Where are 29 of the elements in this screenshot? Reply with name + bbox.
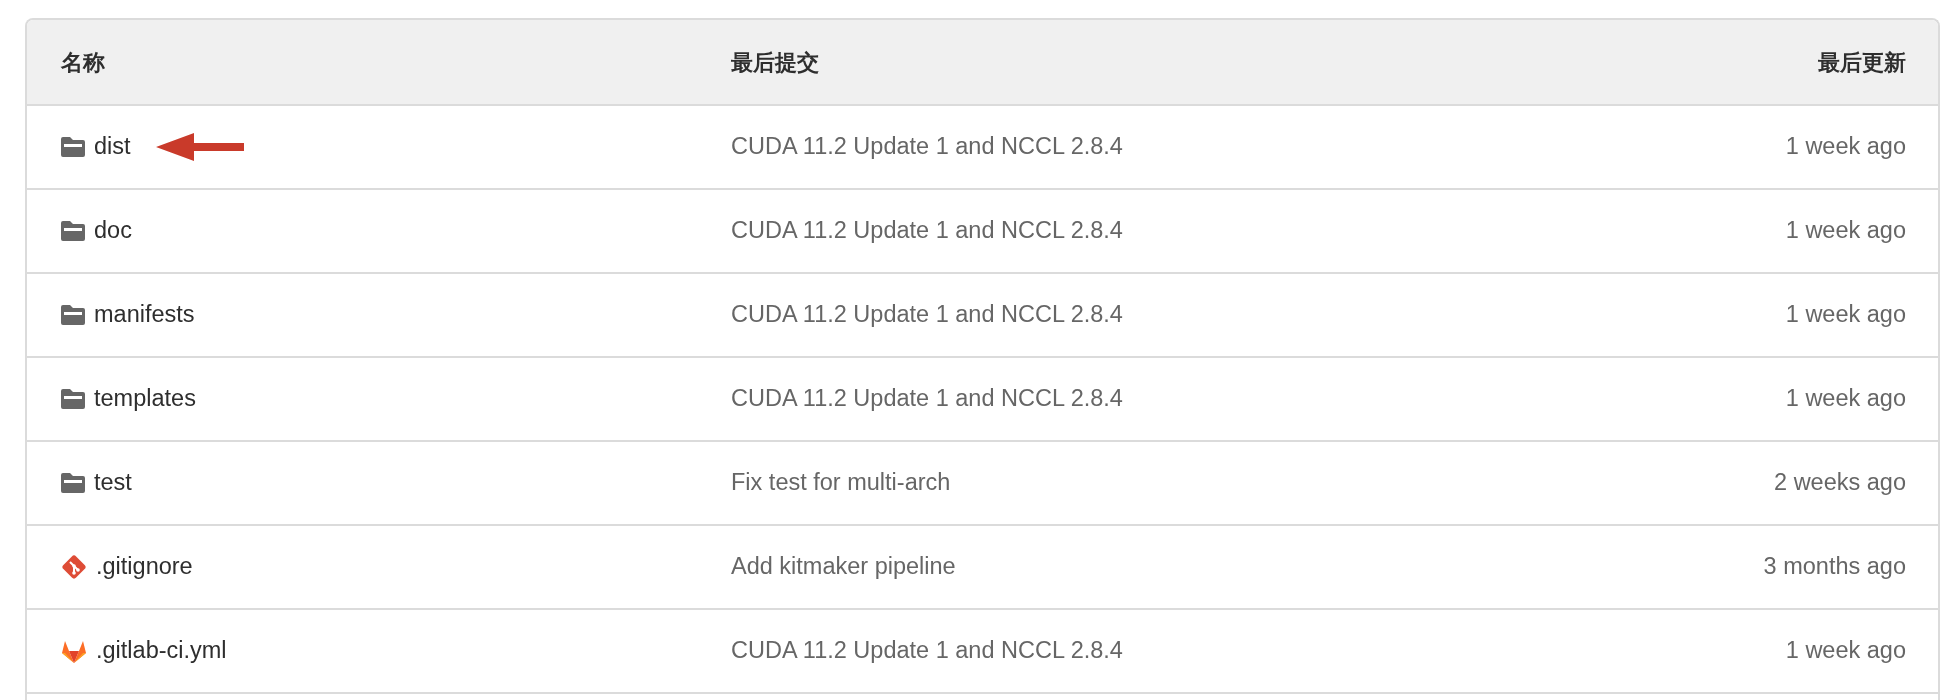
file-name-link[interactable]: doc — [94, 213, 132, 249]
updated-time: 2 weeks ago — [1774, 468, 1906, 498]
file-name-link[interactable]: dist — [94, 129, 131, 165]
file-name-link[interactable]: .gitlab-ci.yml — [96, 633, 227, 669]
column-header: 名称 — [61, 48, 106, 77]
commit-message-link[interactable]: CUDA 11.2 Update 1 and NCCL 2.8.4 — [731, 381, 1606, 417]
updated-time: 1 week ago — [1785, 636, 1906, 666]
folder-icon — [61, 389, 85, 409]
file-name-link[interactable]: manifests — [94, 297, 195, 333]
folder-icon — [61, 137, 85, 157]
updated-time: 1 week ago — [1785, 132, 1906, 162]
updated-time: 3 months ago — [1763, 552, 1906, 582]
commit-message-link[interactable]: CUDA 11.2 Update 1 and NCCL 2.8.4 — [731, 297, 1606, 333]
commit-message-link[interactable]: Add kitmaker pipeline — [731, 549, 1606, 585]
file-name-link[interactable]: .gitignore — [96, 549, 193, 585]
folder-icon — [61, 305, 85, 325]
updated-time: 1 week ago — [1785, 384, 1906, 414]
updated-time: 1 week ago — [1785, 300, 1906, 330]
commit-message-link[interactable]: CUDA 11.2 Update 1 and NCCL 2.8.4 — [731, 213, 1606, 249]
commit-message-link[interactable]: CUDA 11.2 Update 1 and NCCL 2.8.4 — [731, 129, 1606, 165]
updated-time: 1 week ago — [1785, 216, 1906, 246]
folder-icon — [61, 473, 85, 493]
file-name-link[interactable]: templates — [94, 381, 196, 417]
folder-icon — [61, 221, 85, 241]
file-name-link[interactable]: test — [94, 465, 132, 501]
commit-message-link[interactable]: CUDA 11.2 Update 1 and NCCL 2.8.4 — [731, 633, 1606, 669]
column-header: 最后更新 — [1818, 48, 1906, 77]
column-header: 最后提交 — [731, 48, 820, 77]
commit-message-link[interactable]: Fix test for multi-arch — [731, 465, 1606, 501]
